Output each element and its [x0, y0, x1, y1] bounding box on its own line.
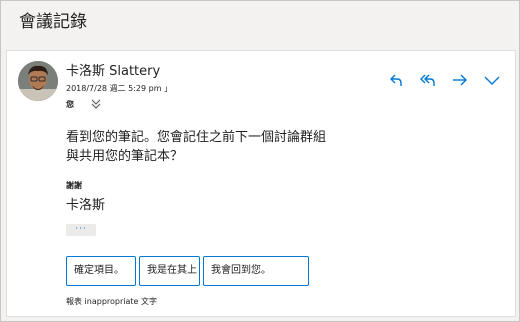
avatar-image: [18, 61, 58, 101]
report-inappropriate-link[interactable]: 報表 inappropriate 文字: [66, 297, 157, 307]
sent-date: 2018/7/28 週二 5:29 pm 」: [66, 84, 173, 93]
reply-icon: [390, 74, 402, 86]
double-chevron-down-icon: [91, 99, 101, 109]
suggested-reply-1[interactable]: 確定項目。: [66, 256, 136, 286]
sender-name[interactable]: 卡洛斯 Slattery: [66, 64, 160, 80]
reply-button[interactable]: [385, 69, 407, 91]
chevron-down-icon: [484, 76, 500, 85]
message-card: 卡洛斯 Slattery 2018/7/28 週二 5:29 pm 」 您 看到…: [6, 50, 516, 317]
reply-all-icon: [420, 74, 435, 86]
more-actions-button[interactable]: [481, 69, 503, 91]
forward-arrow-icon: [453, 74, 467, 86]
signoff-label: 謝謝: [66, 181, 82, 190]
page-title: 會議記錄: [19, 12, 87, 32]
avatar[interactable]: [18, 61, 58, 101]
suggested-reply-3[interactable]: 我會回到您。: [203, 256, 309, 286]
reply-all-button[interactable]: [417, 69, 439, 91]
message-actions: [385, 69, 503, 91]
recipient-label: 您: [66, 100, 74, 109]
body-line: 看到您的筆記。您會記住之前下一個討論群組: [66, 130, 327, 145]
forward-button[interactable]: [449, 69, 471, 91]
signoff-name: 卡洛斯: [66, 198, 106, 213]
body-line: 與共用您的筆記本？: [66, 149, 184, 164]
message-body: 看到您的筆記。您會記住之前下一個討論群組 與共用您的筆記本？: [66, 128, 396, 166]
show-trimmed-content-button[interactable]: ···: [66, 224, 96, 236]
suggested-reply-2[interactable]: 我是在其上: [139, 256, 200, 286]
app-frame: 會議記錄 卡洛斯 Slattery 2018/7/28 週二 5:29 pm 」…: [0, 0, 520, 322]
expand-recipients-button[interactable]: [89, 96, 103, 110]
